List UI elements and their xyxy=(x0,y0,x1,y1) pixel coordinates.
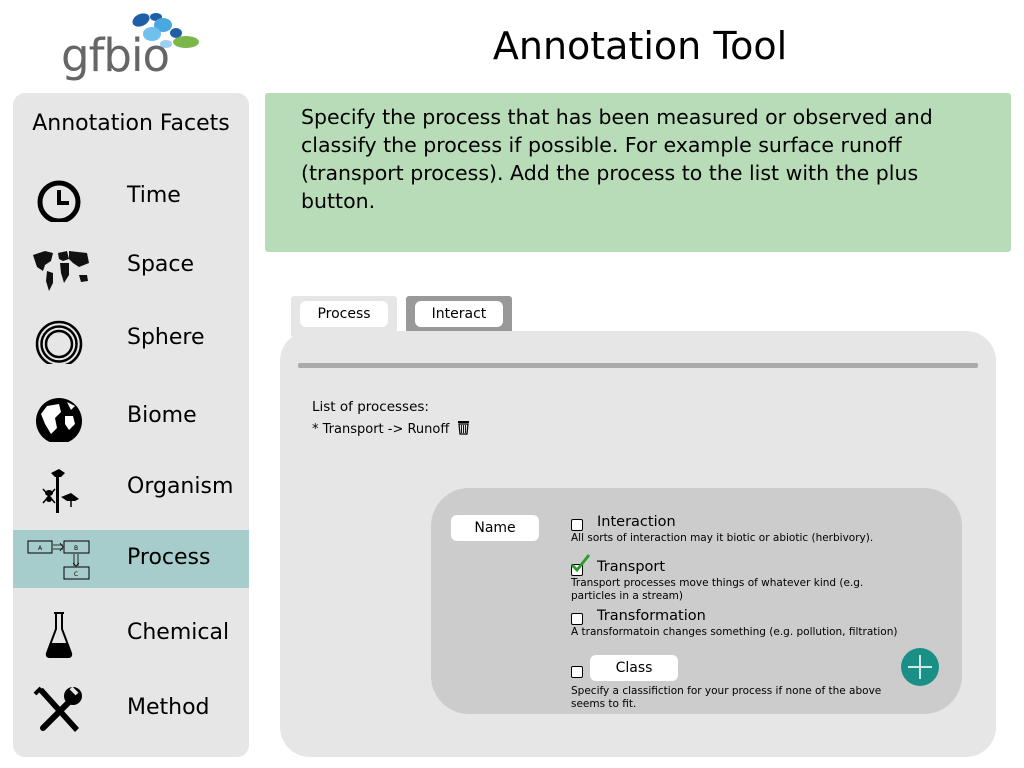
interaction-checkbox[interactable] xyxy=(571,519,583,531)
annotation-facets-sidebar: Annotation Facets Time Space Sphere Biom… xyxy=(13,93,249,757)
tools-icon xyxy=(31,684,91,734)
option-label: Transport xyxy=(597,559,666,575)
svg-text:A: A xyxy=(38,545,43,552)
sidebar-item-time[interactable]: Time xyxy=(13,168,249,226)
sidebar-item-organism[interactable]: Organism xyxy=(13,459,249,517)
option-description: Transport processes move things of whate… xyxy=(571,577,864,602)
logo-text: gfbio xyxy=(61,29,170,82)
list-item-text: * Transport -> Runoff xyxy=(312,422,450,437)
option-label: Interaction xyxy=(597,514,676,530)
add-process-button[interactable] xyxy=(901,648,939,686)
sidebar-item-space[interactable]: Space xyxy=(13,237,249,295)
sidebar-item-label: Process xyxy=(127,545,211,570)
svg-text:B: B xyxy=(74,545,78,552)
option-label: Transformation xyxy=(597,608,706,624)
sidebar-item-chemical[interactable]: Chemical xyxy=(13,605,249,663)
page-title: Annotation Tool xyxy=(492,24,788,68)
option-description: All sorts of interaction may it biotic o… xyxy=(571,532,874,544)
sidebar-item-sphere[interactable]: Sphere xyxy=(13,310,249,368)
divider xyxy=(298,363,978,368)
sidebar-item-label: Chemical xyxy=(127,620,230,645)
sidebar-item-label: Biome xyxy=(127,403,197,428)
tab-process-label: Process xyxy=(300,301,388,327)
check-mark-icon xyxy=(571,554,591,573)
gfbio-logo: gfbio xyxy=(58,8,208,84)
tab-interact-label: Interact xyxy=(415,301,503,327)
plus-icon xyxy=(908,655,932,679)
option-description: Specify a classifiction for your process… xyxy=(571,685,882,710)
concentric-circles-icon xyxy=(31,314,91,368)
sidebar-item-label: Time xyxy=(127,183,181,208)
name-field[interactable]: Name xyxy=(451,515,539,541)
sidebar-item-label: Space xyxy=(127,252,195,277)
transformation-checkbox[interactable] xyxy=(571,613,583,625)
tab-interact[interactable]: Interact xyxy=(406,296,512,332)
tab-process[interactable]: Process xyxy=(291,296,397,336)
sidebar-item-method[interactable]: Method xyxy=(13,680,249,738)
process-panel: List of processes: * Transport -> Runoff… xyxy=(280,331,996,757)
sidebar-item-label: Organism xyxy=(127,474,234,499)
instructions-box: Specify the process that has been measur… xyxy=(265,93,1011,252)
process-list-label: List of processes: xyxy=(312,399,429,415)
option-description: A transformatoin changes something (e.g.… xyxy=(571,626,898,638)
sidebar-title: Annotation Facets xyxy=(32,111,230,136)
sidebar-item-label: Method xyxy=(127,695,210,720)
globe-icon xyxy=(31,392,91,444)
clock-icon xyxy=(31,172,91,224)
organism-icon xyxy=(31,463,91,513)
class-field[interactable]: Class xyxy=(590,655,678,681)
flask-icon xyxy=(31,609,91,659)
instructions-text: Specify the process that has been measur… xyxy=(301,105,933,213)
list-item: * Transport -> Runoff xyxy=(312,420,470,439)
sidebar-item-biome[interactable]: Biome xyxy=(13,388,249,446)
sidebar-item-label: Sphere xyxy=(127,325,205,350)
world-map-icon xyxy=(31,241,91,291)
svg-text:C: C xyxy=(74,571,78,578)
process-form: Name Interaction All sorts of interactio… xyxy=(431,488,962,714)
class-checkbox[interactable] xyxy=(571,666,583,678)
process-diagram-icon: A B C xyxy=(27,536,95,584)
trash-icon[interactable] xyxy=(457,420,470,439)
sidebar-item-process[interactable]: A B C Process xyxy=(13,530,249,588)
